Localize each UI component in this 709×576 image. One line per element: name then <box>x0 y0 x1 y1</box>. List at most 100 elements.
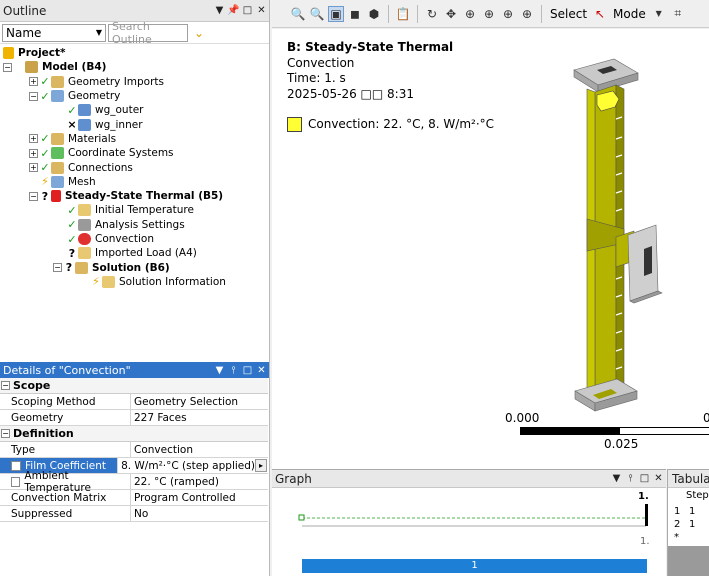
search-outline-input[interactable]: Search Outline <box>108 20 188 46</box>
detail-value[interactable]: 227 Faces <box>131 410 268 425</box>
detail-value[interactable]: 8. W/m²·°C (step applied) <box>121 460 255 472</box>
pan-icon[interactable]: ✥ <box>443 6 459 22</box>
close-icon[interactable]: ✕ <box>255 365 268 376</box>
tree-item-initial-temperature[interactable]: ✓ Initial Temperature <box>0 203 269 217</box>
detail-row-scoping-method[interactable]: Scoping Method Geometry Selection <box>0 394 268 410</box>
tree-label: Model (B4) <box>42 61 107 74</box>
details-header: Details of "Convection" ▼ ⫯ □ ✕ <box>0 362 269 378</box>
detail-value[interactable]: Program Controlled <box>131 490 268 505</box>
tree-item-geometry-imports[interactable]: + ✓ Geometry Imports <box>0 75 269 89</box>
flyout-arrow-icon[interactable]: ▸ <box>255 459 267 472</box>
check-icon: ✓ <box>40 132 50 146</box>
cursor-icon[interactable]: ↖ <box>592 6 608 22</box>
graph-plot[interactable] <box>272 502 666 562</box>
detail-row-type[interactable]: Type Convection <box>0 442 268 458</box>
section-scope[interactable]: − Scope <box>0 378 268 394</box>
collapse-icon[interactable]: − <box>3 62 12 72</box>
collapse-icon[interactable]: − <box>1 381 10 390</box>
tree-item-mesh[interactable]: ⚡ Mesh <box>0 175 269 189</box>
tree-item-convection[interactable]: ✓ Convection <box>0 232 269 246</box>
detail-row-suppressed[interactable]: Suppressed No <box>0 506 268 522</box>
select-face-icon[interactable]: ⌗ <box>670 6 686 22</box>
section-definition[interactable]: − Definition <box>0 426 268 442</box>
expand-icon[interactable]: + <box>29 163 38 173</box>
waveguide-model[interactable] <box>272 29 709 469</box>
tabular-cell[interactable]: 1 <box>674 506 680 517</box>
detail-row-geometry[interactable]: Geometry 227 Faces <box>0 410 268 426</box>
restore-icon[interactable]: □ <box>638 473 651 484</box>
filter-dropdown-icon[interactable]: ⌄ <box>194 26 204 40</box>
collapse-icon[interactable]: − <box>29 191 38 201</box>
expand-icon[interactable]: + <box>29 134 38 144</box>
zoom-fit-icon[interactable]: ⊕ <box>500 6 516 22</box>
tree-label: Mesh <box>68 175 96 188</box>
tree-item-wg-outer[interactable]: ✓ wg_outer <box>0 103 269 117</box>
collapse-icon[interactable]: − <box>53 263 62 273</box>
zoom-in-icon[interactable]: 🔍 <box>290 6 306 22</box>
zoom-icon[interactable]: ⊕ <box>462 6 478 22</box>
tree-item-solution-information[interactable]: ⚡ Solution Information <box>0 275 269 289</box>
scale-label-right: 0 <box>703 411 709 425</box>
name-filter-select[interactable]: Name ▼ <box>2 23 106 42</box>
zoom-out-icon[interactable]: 🔍 <box>309 6 325 22</box>
pin-icon[interactable]: 📌 <box>227 5 240 16</box>
tree-item-project[interactable]: Project* <box>0 46 269 60</box>
parameter-checkbox[interactable] <box>11 460 21 471</box>
detail-row-ambient-temperature[interactable]: Ambient Temperature 22. °C (ramped) <box>0 470 268 494</box>
collapse-icon[interactable]: − <box>1 429 10 438</box>
dropdown-icon[interactable]: ▼ <box>610 473 623 484</box>
restore-icon[interactable]: □ <box>241 5 254 16</box>
timeline-bar[interactable]: 1 <box>302 559 647 573</box>
detail-value[interactable]: Geometry Selection <box>131 394 268 409</box>
tree-item-coordinate-systems[interactable]: + ✓ Coordinate Systems <box>0 146 269 160</box>
box-icon[interactable]: ◼ <box>347 6 363 22</box>
check-icon: ✓ <box>67 232 77 246</box>
detail-value[interactable]: 22. °C (ramped) <box>131 474 268 489</box>
tree-item-geometry[interactable]: − ✓ Geometry <box>0 89 269 103</box>
details-panel: Details of "Convection" ▼ ⫯ □ ✕ − Scope … <box>0 362 270 576</box>
expand-icon[interactable]: + <box>29 77 38 87</box>
box-select-icon[interactable]: ▣ <box>328 5 344 22</box>
tree-item-model[interactable]: − Model (B4) <box>0 60 269 74</box>
tabular-cell[interactable]: 1 <box>689 506 695 517</box>
tree-item-imported-load[interactable]: ? Imported Load (A4) <box>0 246 269 260</box>
graphics-viewport[interactable]: B: Steady-State Thermal Convection Time:… <box>272 29 709 469</box>
tree-label: Geometry <box>68 90 121 103</box>
dropdown-icon[interactable]: ▼ <box>213 5 226 16</box>
tree-item-materials[interactable]: + ✓ Materials <box>0 132 269 146</box>
tabular-empty-area <box>668 546 709 576</box>
pin-icon[interactable]: ⫯ <box>624 473 637 484</box>
tree-item-analysis-settings[interactable]: ✓ Analysis Settings <box>0 218 269 232</box>
magnifier-icon[interactable]: ⊕ <box>519 6 535 22</box>
tree-label: Imported Load (A4) <box>95 247 197 260</box>
clipboard-icon[interactable]: 📋 <box>395 6 411 22</box>
tabular-new-row[interactable]: * <box>674 532 679 543</box>
tree-item-connections[interactable]: + ✓ Connections <box>0 160 269 174</box>
detail-key: Convection Matrix <box>0 490 131 505</box>
tabular-cell[interactable]: 2 <box>674 519 680 530</box>
close-icon[interactable]: ✕ <box>255 5 268 16</box>
parameter-checkbox[interactable] <box>11 476 21 487</box>
tree-item-solution[interactable]: − ? Solution (B6) <box>0 260 269 274</box>
tree-item-wg-inner[interactable]: × wg_inner <box>0 117 269 131</box>
tree-item-steady-state-thermal[interactable]: − ? Steady-State Thermal (B5) <box>0 189 269 203</box>
detail-value[interactable]: No <box>131 506 268 521</box>
details-grid: − Scope Scoping Method Geometry Selectio… <box>0 378 268 522</box>
multi-body-icon[interactable]: ⬢ <box>366 6 382 22</box>
select-button[interactable]: Select <box>548 7 589 21</box>
chevron-down-icon[interactable]: ▼ <box>651 6 667 22</box>
expand-icon[interactable]: + <box>29 148 38 158</box>
check-icon: ✓ <box>67 103 77 117</box>
detail-row-convection-matrix[interactable]: Convection Matrix Program Controlled <box>0 490 268 506</box>
dropdown-icon[interactable]: ▼ <box>213 365 226 376</box>
outline-panel: Outline ▼ 📌 □ ✕ Name ▼ Search Outline ⌄ … <box>0 0 270 362</box>
tabular-cell[interactable]: 1 <box>689 519 695 530</box>
zoom-box-icon[interactable]: ⊕ <box>481 6 497 22</box>
restore-icon[interactable]: □ <box>241 365 254 376</box>
close-icon[interactable]: ✕ <box>652 473 665 484</box>
rotate-icon[interactable]: ↻ <box>424 6 440 22</box>
collapse-icon[interactable]: − <box>29 91 38 101</box>
mode-button[interactable]: Mode <box>611 7 648 21</box>
pin-icon[interactable]: ⫯ <box>227 365 240 376</box>
detail-value[interactable]: Convection <box>131 442 268 457</box>
